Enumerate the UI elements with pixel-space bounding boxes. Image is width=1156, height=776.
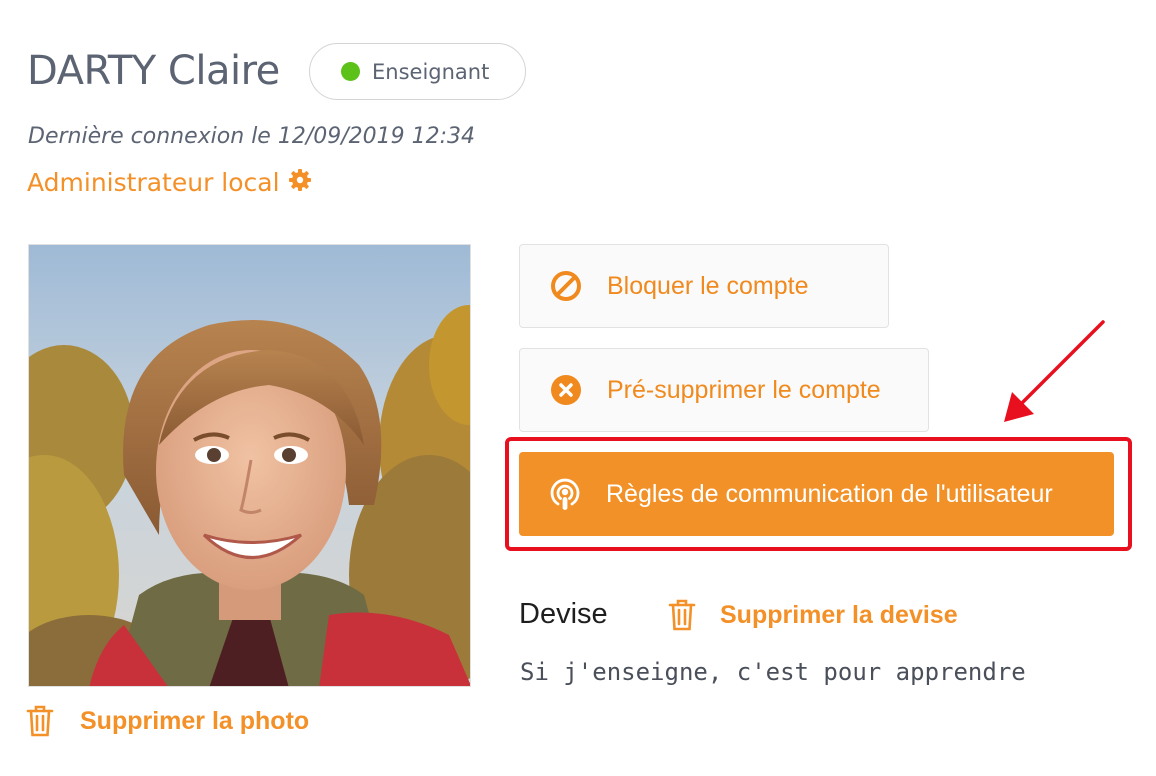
podcast-icon bbox=[549, 478, 581, 510]
user-name: DARTY Claire bbox=[27, 48, 280, 94]
role-status-dot bbox=[341, 62, 360, 81]
motto-heading: Devise bbox=[519, 598, 608, 630]
communication-rules-button[interactable]: Règles de communication de l'utilisateur bbox=[519, 452, 1114, 536]
delete-motto-link[interactable]: Supprimer la devise bbox=[668, 598, 958, 632]
delete-photo-label: Supprimer la photo bbox=[80, 706, 310, 735]
trash-icon bbox=[26, 704, 54, 738]
block-account-label: Bloquer le compte bbox=[607, 271, 809, 300]
gear-icon bbox=[288, 168, 312, 197]
predelete-account-label: Pré-supprimer le compte bbox=[607, 375, 881, 404]
role-badge: Enseignant bbox=[309, 43, 526, 100]
admin-local-link[interactable]: Administrateur local bbox=[27, 168, 312, 197]
delete-photo-link[interactable]: Supprimer la photo bbox=[26, 704, 309, 738]
block-account-button[interactable]: Bloquer le compte bbox=[519, 244, 889, 328]
ban-icon bbox=[550, 270, 582, 302]
predelete-account-button[interactable]: Pré-supprimer le compte bbox=[519, 348, 929, 432]
admin-local-label: Administrateur local bbox=[27, 168, 280, 197]
trash-icon bbox=[668, 598, 696, 632]
delete-motto-label: Supprimer la devise bbox=[720, 600, 958, 629]
last-login-text: Dernière connexion le 12/09/2019 12:34 bbox=[28, 124, 476, 149]
profile-photo bbox=[28, 244, 471, 687]
arrow-icon bbox=[990, 318, 1110, 430]
x-circle-icon bbox=[550, 374, 582, 406]
role-label: Enseignant bbox=[372, 59, 490, 84]
motto-text: Si j'enseigne, c'est pour apprendre bbox=[520, 658, 1026, 686]
communication-rules-label: Règles de communication de l'utilisateur bbox=[606, 479, 1053, 508]
